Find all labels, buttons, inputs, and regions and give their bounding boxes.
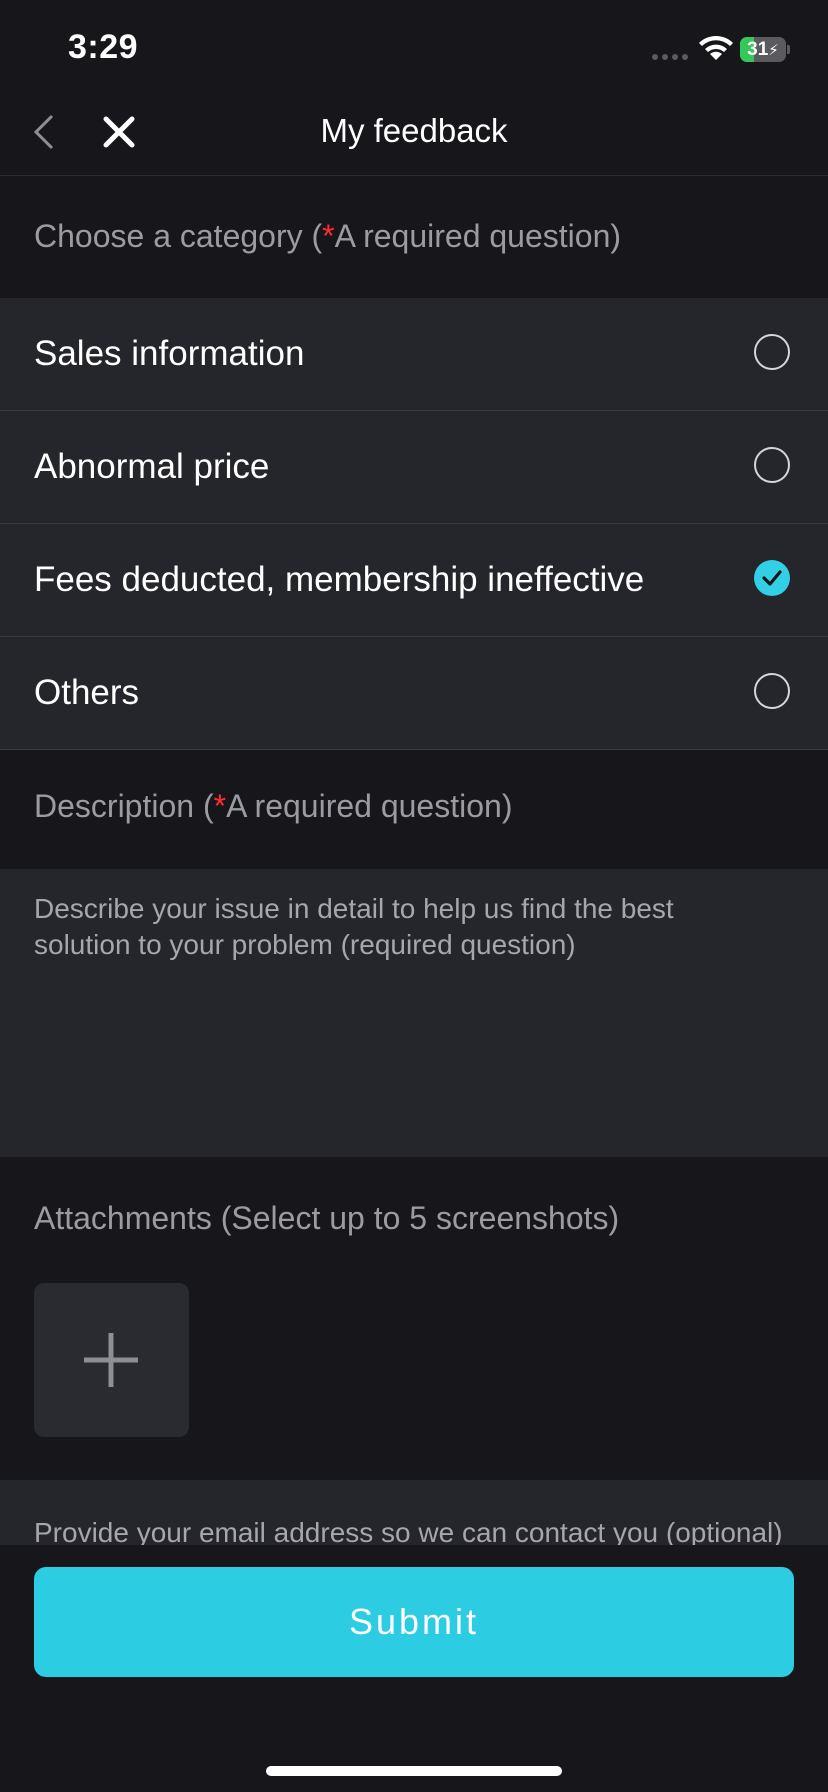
description-label: Description (*A required question) [34,788,513,824]
option-label: Others [34,673,140,712]
battery-percent: 31 [747,39,769,60]
status-time: 3:29 [68,28,139,66]
battery-icon: 31⚡ [740,37,790,62]
add-attachment-button[interactable] [34,1283,189,1437]
email-placeholder: Provide your email address so we can con… [34,1517,783,1545]
category-options: Sales information Abnormal price Fees de… [0,298,828,750]
category-label: Choose a category (*A required question) [34,218,622,254]
option-label: Sales information [34,334,305,373]
submit-button[interactable]: Submit [34,1567,794,1677]
attachments-label: Attachments (Select up to 5 screenshots) [34,1200,620,1236]
plus-icon [84,1333,138,1387]
cellular-signal-icon [652,54,688,60]
category-option-fees-deducted[interactable]: Fees deducted, membership ineffective [0,524,828,637]
radio-unchecked-icon[interactable] [754,334,790,370]
required-star: * [322,218,335,254]
category-option-sales[interactable]: Sales information [0,298,828,411]
wifi-icon [697,34,735,62]
radio-unchecked-icon[interactable] [754,673,790,709]
page-title: My feedback [320,112,508,149]
option-label: Abnormal price [34,447,270,486]
email-field[interactable]: Provide your email address so we can con… [0,1480,828,1545]
home-indicator [266,1766,562,1776]
description-placeholder: Describe your issue in detail to help us… [34,893,674,960]
radio-checked-icon[interactable] [754,560,790,596]
description-textarea[interactable]: Describe your issue in detail to help us… [0,869,828,1157]
category-option-others[interactable]: Others [0,637,828,750]
option-label: Fees deducted, membership ineffective [34,560,645,599]
required-star: * [213,788,227,824]
category-option-abnormal-price[interactable]: Abnormal price [0,411,828,524]
radio-unchecked-icon[interactable] [754,447,790,483]
divider [0,175,828,176]
